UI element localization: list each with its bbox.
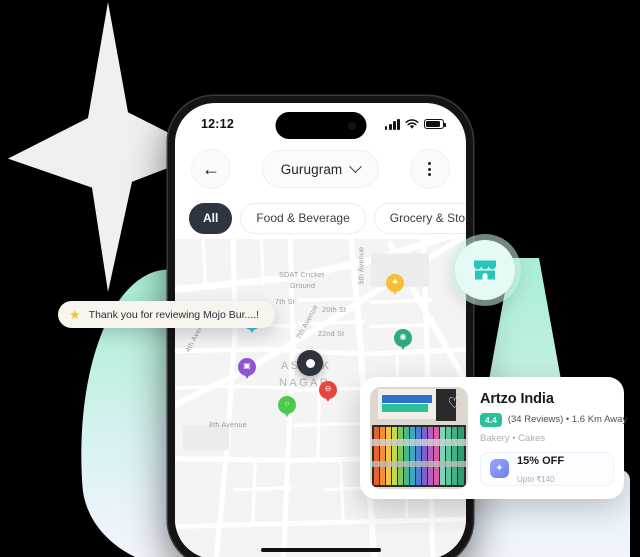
gift-card-icon: ✦ bbox=[490, 459, 509, 478]
map-label: 7th St bbox=[275, 297, 295, 306]
map-label: 8th Avenue bbox=[209, 420, 247, 429]
map-pin-body: ⊖ bbox=[319, 381, 337, 399]
home-indicator bbox=[260, 547, 381, 552]
map-label: 20th St bbox=[322, 305, 347, 314]
map-pin-glyph: ⊖ bbox=[324, 384, 332, 394]
three-dots-menu-icon bbox=[428, 161, 432, 177]
reviews-distance-label: (34 Reviews) • 1.6 Km Away bbox=[507, 414, 628, 426]
pin-green[interactable]: ◉ bbox=[394, 329, 412, 352]
map-pin-body: ○ bbox=[278, 396, 296, 414]
category-chip-food-beverage[interactable]: Food & Beverage bbox=[240, 202, 366, 234]
map-label: SDAT Cricket bbox=[279, 270, 325, 279]
rating-badge: 4.4 bbox=[480, 413, 502, 427]
map-pin-glyph: ◉ bbox=[399, 332, 407, 342]
business-card[interactable]: ♡ Artzo India 4.4 (34 Reviews) • 1.6 Km … bbox=[360, 377, 627, 499]
storefront-icon bbox=[474, 260, 496, 280]
cellular-signal-icon bbox=[384, 118, 400, 130]
chevron-down-icon bbox=[349, 159, 363, 173]
map-label: 5th Avenue bbox=[356, 246, 366, 285]
category-chip-all[interactable]: All bbox=[189, 202, 233, 234]
product-photo: ♡ bbox=[370, 387, 468, 489]
pin-green2[interactable]: ○ bbox=[278, 396, 296, 419]
pin-yellow[interactable]: ♣ bbox=[386, 274, 404, 297]
map-label: Ground bbox=[290, 281, 316, 290]
scene: 12:12 ← Gurugram All Food & Beverage Gro… bbox=[0, 0, 640, 557]
offer-title: 15% OFF bbox=[517, 454, 565, 467]
review-toast: ★ Thank you for reviewing Mojo Bur....! bbox=[58, 301, 276, 328]
business-info: Artzo India 4.4 (34 Reviews) • 1.6 Km Aw… bbox=[480, 387, 627, 489]
review-toast-message: Thank you for reviewing Mojo Bur....! bbox=[88, 308, 260, 321]
status-time: 12:12 bbox=[201, 117, 234, 131]
back-button[interactable]: ← bbox=[191, 149, 231, 189]
map-pin-glyph: ▣ bbox=[243, 361, 251, 371]
overflow-menu-button[interactable] bbox=[409, 149, 450, 189]
business-name: Artzo India bbox=[480, 391, 554, 407]
map-label: 22nd St bbox=[318, 329, 345, 338]
status-icons bbox=[384, 118, 446, 130]
business-rating-row: 4.4 (34 Reviews) • 1.6 Km Away bbox=[480, 413, 627, 427]
map-pin-glyph: ♣ bbox=[392, 277, 398, 287]
city-selector[interactable]: Gurugram bbox=[261, 150, 380, 188]
map-pin-body: ◉ bbox=[394, 329, 412, 347]
offer-text: 15% OFF Upto ₹140 bbox=[517, 451, 564, 487]
storefront-badge[interactable] bbox=[449, 234, 521, 306]
pin-purple[interactable]: ▣ bbox=[238, 358, 256, 381]
selected-location-pin[interactable] bbox=[297, 350, 323, 376]
category-chip-row[interactable]: AllFood & BeverageGrocery & StoreElec bbox=[175, 197, 466, 239]
selected-pin-dot bbox=[305, 358, 315, 368]
map-pin-body: ♣ bbox=[386, 274, 404, 292]
dynamic-island bbox=[275, 112, 366, 139]
offer-banner[interactable]: ✦ 15% OFF Upto ₹140 bbox=[480, 451, 614, 487]
map-pin-body: ▣ bbox=[238, 358, 256, 376]
pin-red[interactable]: ⊖ bbox=[319, 381, 337, 404]
app-header: ← Gurugram bbox=[175, 144, 466, 194]
city-selector-label: Gurugram bbox=[280, 161, 343, 177]
heart-outline-icon[interactable]: ♡ bbox=[448, 396, 461, 411]
wifi-icon bbox=[405, 118, 419, 129]
category-chip-grocery-store[interactable]: Grocery & Store bbox=[373, 202, 466, 234]
offer-subtitle: Upto ₹140 bbox=[517, 474, 555, 484]
arrow-left-icon: ← bbox=[202, 159, 220, 179]
star-icon: ★ bbox=[69, 307, 81, 322]
map-pin-glyph: ○ bbox=[284, 399, 290, 409]
business-tags: Bakery • Cakes bbox=[480, 432, 546, 444]
battery-icon bbox=[424, 118, 446, 130]
